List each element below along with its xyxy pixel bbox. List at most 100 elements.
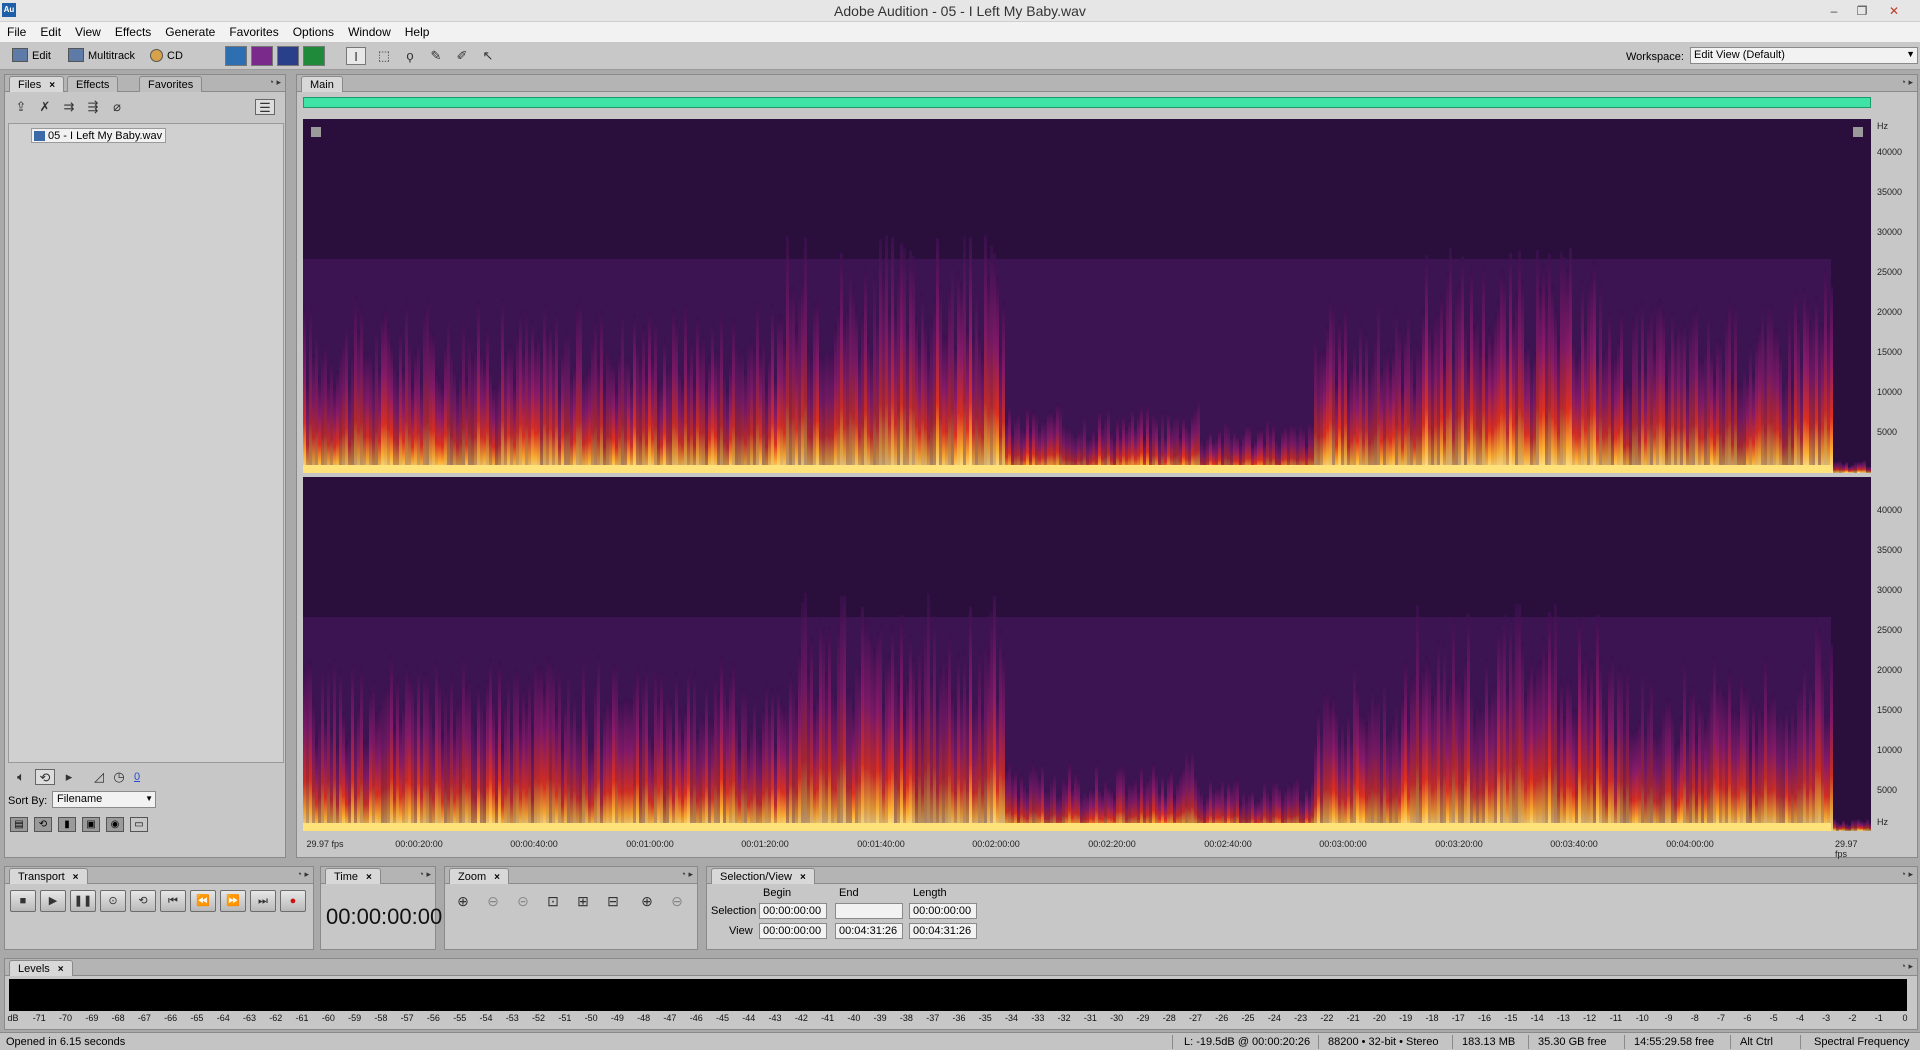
filter-icon[interactable]: ▭ — [130, 817, 148, 832]
loop-button[interactable]: ⟲ — [130, 890, 156, 912]
phase-display-button[interactable] — [303, 46, 325, 66]
record-button[interactable]: ● — [280, 890, 306, 912]
zoom-out-vertical-icon[interactable]: ⊖ — [665, 891, 689, 911]
menu-file[interactable]: File — [0, 22, 33, 39]
edit-view-button[interactable]: Edit — [12, 47, 51, 65]
zoom-in-vertical-icon[interactable]: ⊕ — [635, 891, 659, 911]
tab-effects[interactable]: Effects — [67, 76, 119, 92]
close-icon[interactable]: × — [366, 872, 372, 883]
pause-button[interactable]: ❚❚ — [70, 890, 96, 912]
panel-menu-icon[interactable]: ◔ ▸ — [1891, 77, 1913, 89]
close-icon[interactable]: × — [58, 964, 64, 975]
menu-window[interactable]: Window — [341, 22, 398, 39]
restore-icon[interactable]: ❐ — [1850, 2, 1874, 20]
tab-time[interactable]: Time × — [325, 868, 381, 884]
view-end-field[interactable]: 00:04:31:26 — [835, 923, 903, 939]
stop-button[interactable]: ■ — [10, 890, 36, 912]
close-file-icon[interactable]: ✗ — [35, 99, 55, 115]
view-length-field[interactable]: 00:04:31:26 — [909, 923, 977, 939]
menu-effects[interactable]: Effects — [108, 22, 158, 39]
tab-selection-view[interactable]: Selection/View × — [711, 868, 815, 884]
time-display[interactable]: 00:00:00:00 — [326, 904, 442, 930]
show-full-path-icon[interactable]: ◉ — [106, 817, 124, 832]
fade-out-handle[interactable] — [1853, 127, 1863, 137]
panel-menu-icon[interactable]: ◔ ▸ — [409, 869, 431, 881]
multitrack-view-button[interactable]: Multitrack — [68, 47, 135, 65]
minimize-icon[interactable]: – — [1822, 2, 1846, 20]
play-icon[interactable]: ▸ — [59, 769, 79, 785]
overview-range-bar[interactable] — [303, 97, 1871, 108]
selection-begin-field[interactable]: 00:00:00:00 — [759, 903, 827, 919]
spectral-pan-display-button[interactable] — [277, 46, 299, 66]
insert-into-multitrack-icon[interactable]: ⇉ — [59, 99, 79, 115]
brush-tool-icon[interactable]: ✎ — [426, 47, 446, 65]
spectrogram-left-channel[interactable] — [303, 119, 1871, 473]
preview-counter[interactable]: 0 — [127, 769, 147, 785]
show-video-icon[interactable]: ▣ — [82, 817, 100, 832]
workspace-select[interactable]: Edit View (Default) ▼ — [1690, 47, 1918, 64]
zoom-in-horizontal-icon[interactable]: ⊕ — [451, 891, 475, 911]
marquee-tool-icon[interactable]: ⬚ — [374, 47, 394, 65]
menu-help[interactable]: Help — [398, 22, 437, 39]
tab-files[interactable]: Files × — [9, 76, 65, 92]
panel-menu-icon[interactable]: ◔ ▸ — [671, 869, 693, 881]
close-icon[interactable]: × — [800, 872, 806, 883]
tab-zoom[interactable]: Zoom × — [449, 868, 509, 884]
zoom-out-full-icon[interactable]: ⊝ — [511, 891, 535, 911]
scrub-tool-icon[interactable]: ↖ — [478, 47, 498, 65]
view-begin-field[interactable]: 00:00:00:00 — [759, 923, 827, 939]
import-file-icon[interactable]: ⇪ — [11, 99, 31, 115]
show-audio-icon[interactable]: ▤ — [10, 817, 28, 832]
show-midi-icon[interactable]: ▮ — [58, 817, 76, 832]
spectral-frequency-display-button[interactable] — [251, 46, 273, 66]
panel-menu-icon[interactable]: ◔ ▸ — [259, 77, 281, 89]
spectrogram-right-channel[interactable] — [303, 477, 1871, 831]
menu-favorites[interactable]: Favorites — [222, 22, 285, 39]
panel-menu-icon[interactable]: ◔ ▸ — [1891, 961, 1913, 973]
zoom-out-horizontal-icon[interactable]: ⊖ — [481, 891, 505, 911]
time-selection-tool-icon[interactable]: I — [346, 47, 366, 65]
loop-icon[interactable]: ⟲ — [35, 769, 55, 785]
close-icon[interactable]: ✕ — [1882, 2, 1906, 20]
insert-into-cd-list-icon[interactable]: ⇶ — [83, 99, 103, 115]
close-icon[interactable]: × — [494, 872, 500, 883]
close-icon[interactable]: × — [49, 80, 55, 91]
volume-icon[interactable]: ◿ — [89, 769, 109, 785]
full-name-toggle-icon[interactable]: ☰ — [255, 99, 275, 115]
lasso-tool-icon[interactable]: ϙ — [400, 47, 420, 65]
play-from-cursor-button[interactable]: ⊙ — [100, 890, 126, 912]
panel-menu-icon[interactable]: ◔ ▸ — [287, 869, 309, 881]
fade-in-handle[interactable] — [311, 127, 321, 137]
waveform-display-button[interactable] — [225, 46, 247, 66]
autoplay-icon[interactable]: ◷ — [109, 769, 129, 785]
close-icon[interactable]: × — [73, 872, 79, 883]
show-loop-icon[interactable]: ⟲ — [34, 817, 52, 832]
tab-main[interactable]: Main — [301, 76, 343, 92]
fast-forward-button[interactable]: ⏩ — [220, 890, 246, 912]
zoom-to-selection-icon[interactable]: ⊡ — [541, 891, 565, 911]
time-ruler[interactable]: 29.97 fps 00:00:20:00 00:00:40:00 00:01:… — [303, 833, 1871, 859]
edit-file-icon[interactable]: ⌀ — [107, 99, 127, 115]
spot-healing-tool-icon[interactable]: ✐ — [452, 47, 472, 65]
speaker-icon[interactable]: 🔈︎ — [11, 769, 31, 785]
panel-menu-icon[interactable]: ◔ ▸ — [1891, 869, 1913, 881]
cd-view-button[interactable]: CD — [150, 47, 183, 65]
sort-by-select[interactable]: Filename ▼ — [52, 791, 156, 808]
menu-options[interactable]: Options — [286, 22, 341, 39]
list-item[interactable]: 05 - I Left My Baby.wav — [31, 128, 167, 143]
tab-levels[interactable]: Levels × — [9, 960, 73, 976]
go-to-end-button[interactable]: ⏭ — [250, 890, 276, 912]
menu-view[interactable]: View — [68, 22, 108, 39]
play-button[interactable]: ▶ — [40, 890, 66, 912]
menu-generate[interactable]: Generate — [158, 22, 222, 39]
selection-length-field[interactable]: 00:00:00:00 — [909, 903, 977, 919]
selection-end-field[interactable] — [835, 903, 903, 919]
tab-favorites[interactable]: Favorites — [139, 76, 203, 92]
zoom-to-right-edge-icon[interactable]: ⊟ — [601, 891, 625, 911]
go-to-start-button[interactable]: ⏮ — [160, 890, 186, 912]
menu-edit[interactable]: Edit — [33, 22, 68, 39]
spectral-display[interactable] — [303, 119, 1871, 831]
zoom-to-left-edge-icon[interactable]: ⊞ — [571, 891, 595, 911]
rewind-button[interactable]: ⏪ — [190, 890, 216, 912]
tab-transport[interactable]: Transport × — [9, 868, 88, 884]
